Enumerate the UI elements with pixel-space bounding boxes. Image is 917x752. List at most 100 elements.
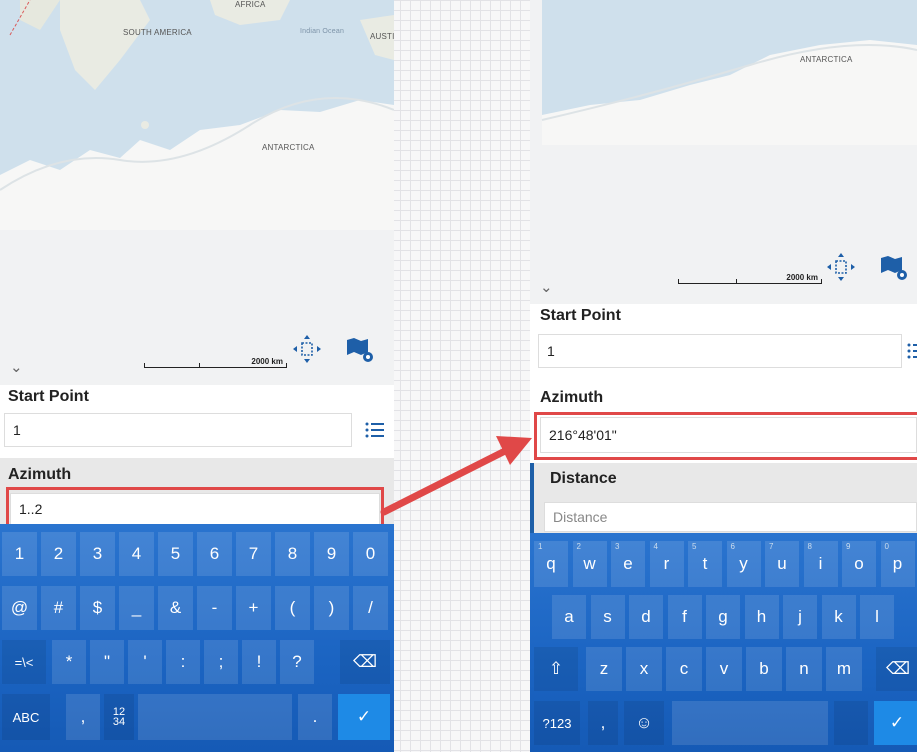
- symbol-key[interactable]: =\<: [2, 640, 46, 684]
- letter-key-i-hint: 8: [807, 542, 812, 551]
- symbol-key[interactable]: $: [80, 586, 115, 630]
- map-scale-bar: 2000 km: [678, 272, 822, 286]
- start-point-input[interactable]: 1: [4, 413, 352, 447]
- letter-key-r-hint: 4: [653, 542, 658, 551]
- comma-key[interactable]: ,: [66, 694, 100, 740]
- symbol-key[interactable]: *: [52, 640, 86, 684]
- map-view[interactable]: ANTARCTICA ⌄ 2000 km: [530, 0, 917, 304]
- number-key-9[interactable]: 9: [314, 532, 349, 576]
- point-list-icon[interactable]: [364, 419, 386, 441]
- distance-input[interactable]: Distance: [544, 502, 917, 532]
- number-key-7[interactable]: 7: [236, 532, 271, 576]
- number-key-8[interactable]: 8: [275, 532, 310, 576]
- number-key-2[interactable]: 2: [41, 532, 76, 576]
- symbol-key[interactable]: @: [2, 586, 37, 630]
- symbol-key[interactable]: :: [166, 640, 200, 684]
- symbol-key[interactable]: &: [158, 586, 193, 630]
- number-key-0-label: 0: [365, 544, 376, 563]
- letter-key-m[interactable]: m: [826, 647, 862, 691]
- letter-key-o[interactable]: o9: [842, 541, 876, 587]
- letter-key-n[interactable]: n: [786, 647, 822, 691]
- start-point-input[interactable]: 1: [538, 334, 902, 368]
- letter-key-r[interactable]: r4: [649, 541, 684, 587]
- letter-key-a[interactable]: a: [552, 595, 586, 639]
- letter-key-k-label: k: [834, 607, 843, 626]
- number-key-4[interactable]: 4: [119, 532, 154, 576]
- collapse-chevron-icon[interactable]: ⌄: [540, 278, 553, 296]
- backspace-icon[interactable]: ⌫: [340, 640, 390, 684]
- symbol-key[interactable]: _: [119, 586, 154, 630]
- shift-icon[interactable]: ⇧: [534, 647, 578, 691]
- symbol-key[interactable]: /: [353, 586, 388, 630]
- number-key-6[interactable]: 6: [197, 532, 232, 576]
- symbol-key-label: (: [289, 598, 296, 617]
- letter-key-j[interactable]: j: [783, 595, 817, 639]
- letter-key-h[interactable]: h: [744, 595, 779, 639]
- symbol-key-label: ): [328, 598, 335, 617]
- zoom-extent-icon[interactable]: [292, 334, 328, 370]
- map-label-antarctica: ANTARCTICA: [262, 143, 315, 152]
- letter-key-e[interactable]: e3: [611, 541, 645, 587]
- period-key[interactable]: [834, 701, 868, 745]
- collapse-chevron-icon[interactable]: ⌄: [10, 358, 23, 376]
- emoji-icon[interactable]: ☺: [624, 701, 664, 745]
- symbol-key-label: :: [180, 652, 186, 671]
- letter-key-q[interactable]: q1: [534, 541, 568, 587]
- symbol-key[interactable]: #: [41, 586, 76, 630]
- map-settings-icon[interactable]: [344, 334, 380, 370]
- symbol-key[interactable]: ;: [204, 640, 238, 684]
- space-key[interactable]: [672, 701, 828, 745]
- letter-key-z[interactable]: z: [586, 647, 622, 691]
- period-key[interactable]: .: [298, 694, 332, 740]
- letter-key-b[interactable]: b: [746, 647, 782, 691]
- map-settings-icon[interactable]: [878, 252, 914, 288]
- letter-key-t[interactable]: t5: [688, 541, 722, 587]
- done-check-icon[interactable]: ✓: [874, 701, 917, 745]
- symbol-key-label: +: [248, 598, 259, 617]
- abc-key[interactable]: ABC: [2, 694, 50, 740]
- letter-key-f[interactable]: f: [667, 595, 702, 639]
- number-key-4-label: 4: [131, 544, 142, 563]
- zoom-extent-icon[interactable]: [826, 252, 862, 288]
- comma-key[interactable]: ,: [588, 701, 618, 745]
- letter-key-s-label: s: [603, 607, 612, 626]
- letter-key-i[interactable]: i8: [803, 541, 838, 587]
- symbol-key[interactable]: (: [275, 586, 310, 630]
- symbol-key[interactable]: !: [242, 640, 276, 684]
- done-check-icon[interactable]: ✓: [338, 694, 390, 740]
- symbol-key[interactable]: ': [128, 640, 162, 684]
- letter-key-c[interactable]: c: [666, 647, 702, 691]
- fraction-key[interactable]: 12 34: [104, 694, 134, 740]
- letter-key-l[interactable]: l: [860, 595, 894, 639]
- letter-key-j-label: j: [798, 607, 802, 626]
- letter-key-x[interactable]: x: [626, 647, 662, 691]
- point-list-icon[interactable]: [906, 340, 917, 362]
- letter-key-u[interactable]: u7: [765, 541, 799, 587]
- letter-key-k[interactable]: k: [821, 595, 856, 639]
- symbol-key[interactable]: ?: [280, 640, 314, 684]
- letter-key-g[interactable]: g: [706, 595, 740, 639]
- letter-key-s[interactable]: s: [590, 595, 625, 639]
- letter-key-v[interactable]: v: [706, 647, 742, 691]
- symbol-key[interactable]: +: [236, 586, 271, 630]
- number-key-3[interactable]: 3: [80, 532, 115, 576]
- letter-key-m-label: m: [836, 659, 852, 678]
- symbol-key[interactable]: ): [314, 586, 349, 630]
- letter-key-p[interactable]: p0: [880, 541, 915, 587]
- letter-key-y[interactable]: y6: [726, 541, 761, 587]
- symbol-key-label: ': [143, 652, 147, 671]
- space-key[interactable]: [138, 694, 292, 740]
- symbol-key[interactable]: -: [197, 586, 232, 630]
- backspace-icon[interactable]: ⌫: [876, 647, 917, 691]
- number-key-1[interactable]: 1: [2, 532, 37, 576]
- letter-key-d[interactable]: d: [629, 595, 663, 639]
- symbols-key[interactable]: ?123: [534, 701, 580, 745]
- number-key-5[interactable]: 5: [158, 532, 193, 576]
- letter-key-u-label: u: [777, 554, 787, 573]
- symbol-key[interactable]: ": [90, 640, 124, 684]
- letter-key-w-hint: 2: [576, 542, 581, 551]
- number-key-0[interactable]: 0: [353, 532, 388, 576]
- letter-key-e-hint: 3: [615, 542, 620, 551]
- letter-key-w[interactable]: w2: [572, 541, 607, 587]
- map-view[interactable]: AFRICA SOUTH AMERICA Indian Ocean AUSTI …: [0, 0, 394, 385]
